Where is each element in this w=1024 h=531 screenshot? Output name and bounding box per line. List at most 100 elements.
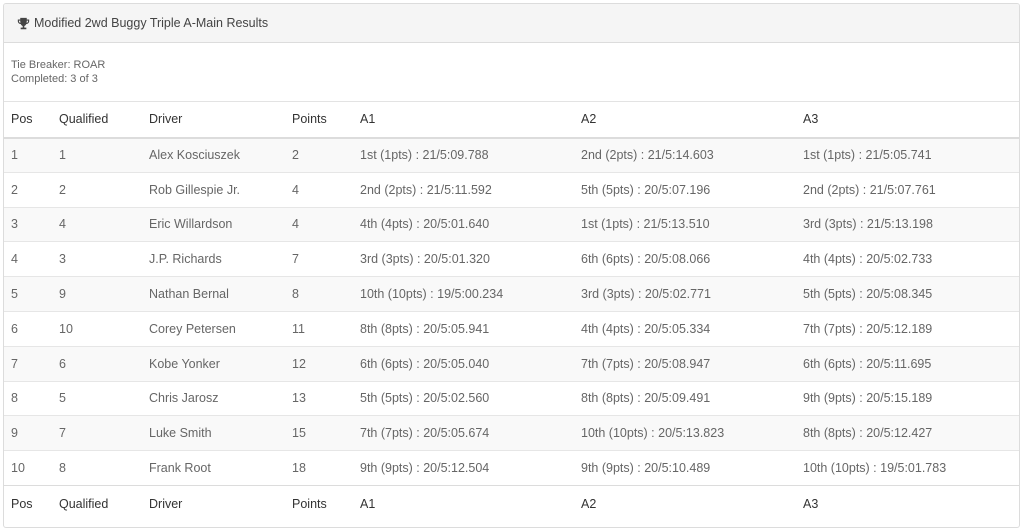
cell-points: 4 [285,206,353,242]
cell-qualified: 2 [52,171,142,208]
results-table: Pos Qualified Driver Points A1 A2 A3 1 1… [4,101,1019,523]
table-row: 7 6 Kobe Yonker 12 6th (6pts) : 20/5:05.… [4,345,1019,382]
table-row: 2 2 Rob Gillespie Jr. 4 2nd (2pts) : 21/… [4,171,1019,208]
cell-a3: 1st (1pts) : 21/5:05.741 [796,137,1019,173]
table-footer-row: Pos Qualified Driver Points A1 A2 A3 [4,484,1019,523]
cell-qualified: 3 [52,241,142,277]
header-a3[interactable]: A3 [796,101,1019,139]
footer-qualified: Qualified [52,484,142,523]
cell-a1: 1st (1pts) : 21/5:09.788 [353,137,574,173]
cell-driver: Nathan Bernal [142,276,285,312]
cell-qualified: 9 [52,276,142,312]
cell-a3: 8th (8pts) : 20/5:12.427 [796,415,1019,451]
table-header-row: Pos Qualified Driver Points A1 A2 A3 [4,101,1019,139]
table-row: 8 5 Chris Jarosz 13 5th (5pts) : 20/5:02… [4,380,1019,416]
cell-driver: J.P. Richards [142,241,285,277]
cell-driver: Rob Gillespie Jr. [142,171,285,208]
cell-qualified: 1 [52,137,142,173]
cell-points: 18 [285,450,353,486]
table-row: 3 4 Eric Willardson 4 4th (4pts) : 20/5:… [4,206,1019,242]
cell-a1: 9th (9pts) : 20/5:12.504 [353,450,574,486]
cell-points: 13 [285,380,353,416]
cell-driver: Chris Jarosz [142,380,285,416]
race-info: Tie Breaker: ROAR Completed: 3 of 3 [4,43,1019,101]
cell-qualified: 10 [52,310,142,347]
cell-points: 2 [285,137,353,173]
results-panel: Modified 2wd Buggy Triple A-Main Results… [3,3,1020,528]
cell-a2: 4th (4pts) : 20/5:05.334 [574,310,796,347]
header-points[interactable]: Points [285,101,353,139]
header-a1[interactable]: A1 [353,101,574,139]
cell-a1: 2nd (2pts) : 21/5:11.592 [353,171,574,208]
cell-pos: 8 [4,380,52,416]
cell-a2: 1st (1pts) : 21/5:13.510 [574,206,796,242]
table-row: 4 3 J.P. Richards 7 3rd (3pts) : 20/5:01… [4,241,1019,277]
panel-title: Modified 2wd Buggy Triple A-Main Results [34,16,269,30]
cell-pos: 9 [4,415,52,451]
footer-pos: Pos [4,484,52,523]
cell-points: 15 [285,415,353,451]
cell-a3: 2nd (2pts) : 21/5:07.761 [796,171,1019,208]
cell-a2: 9th (9pts) : 20/5:10.489 [574,450,796,486]
cell-qualified: 7 [52,415,142,451]
cell-driver: Luke Smith [142,415,285,451]
cell-a2: 3rd (3pts) : 20/5:02.771 [574,276,796,312]
cell-driver: Frank Root [142,450,285,486]
cell-a2: 7th (7pts) : 20/5:08.947 [574,345,796,382]
cell-a1: 3rd (3pts) : 20/5:01.320 [353,241,574,277]
cell-pos: 6 [4,310,52,347]
cell-a2: 8th (8pts) : 20/5:09.491 [574,380,796,416]
cell-qualified: 5 [52,380,142,416]
cell-a1: 10th (10pts) : 19/5:00.234 [353,276,574,312]
cell-pos: 10 [4,450,52,486]
cell-a2: 2nd (2pts) : 21/5:14.603 [574,137,796,173]
cell-pos: 1 [4,137,52,173]
cell-qualified: 8 [52,450,142,486]
cell-driver: Kobe Yonker [142,345,285,382]
cell-driver: Eric Willardson [142,206,285,242]
header-a2[interactable]: A2 [574,101,796,139]
table-row: 10 8 Frank Root 18 9th (9pts) : 20/5:12.… [4,450,1019,486]
cell-a3: 3rd (3pts) : 21/5:13.198 [796,206,1019,242]
cell-a1: 7th (7pts) : 20/5:05.674 [353,415,574,451]
footer-driver: Driver [142,484,285,523]
cell-points: 4 [285,171,353,208]
cell-a2: 6th (6pts) : 20/5:08.066 [574,241,796,277]
table-row: 6 10 Corey Petersen 11 8th (8pts) : 20/5… [4,310,1019,347]
completed-count: Completed: 3 of 3 [11,73,98,85]
cell-a3: 9th (9pts) : 20/5:15.189 [796,380,1019,416]
cell-pos: 2 [4,171,52,208]
cell-a2: 5th (5pts) : 20/5:07.196 [574,171,796,208]
cell-points: 7 [285,241,353,277]
cell-driver: Corey Petersen [142,310,285,347]
cell-pos: 5 [4,276,52,312]
cell-points: 11 [285,310,353,347]
cell-a1: 6th (6pts) : 20/5:05.040 [353,345,574,382]
cell-points: 12 [285,345,353,382]
cell-a3: 7th (7pts) : 20/5:12.189 [796,310,1019,347]
header-qualified[interactable]: Qualified [52,101,142,139]
footer-a3: A3 [796,484,1019,523]
cell-a3: 5th (5pts) : 20/5:08.345 [796,276,1019,312]
footer-points: Points [285,484,353,523]
table-row: 1 1 Alex Kosciuszek 2 1st (1pts) : 21/5:… [4,137,1019,173]
cell-a3: 10th (10pts) : 19/5:01.783 [796,450,1019,486]
cell-a3: 6th (6pts) : 20/5:11.695 [796,345,1019,382]
cell-a1: 8th (8pts) : 20/5:05.941 [353,310,574,347]
cell-qualified: 4 [52,206,142,242]
table-row: 9 7 Luke Smith 15 7th (7pts) : 20/5:05.6… [4,415,1019,451]
cell-points: 8 [285,276,353,312]
cell-a2: 10th (10pts) : 20/5:13.823 [574,415,796,451]
footer-a1: A1 [353,484,574,523]
results-body: 1 1 Alex Kosciuszek 2 1st (1pts) : 21/5:… [4,137,1019,486]
table-row: 5 9 Nathan Bernal 8 10th (10pts) : 19/5:… [4,276,1019,312]
cell-qualified: 6 [52,345,142,382]
header-driver[interactable]: Driver [142,101,285,139]
header-pos[interactable]: Pos [4,101,52,139]
cell-driver: Alex Kosciuszek [142,137,285,173]
cell-a1: 4th (4pts) : 20/5:01.640 [353,206,574,242]
footer-a2: A2 [574,484,796,523]
cell-a1: 5th (5pts) : 20/5:02.560 [353,380,574,416]
panel-heading: Modified 2wd Buggy Triple A-Main Results [4,4,1019,43]
cell-a3: 4th (4pts) : 20/5:02.733 [796,241,1019,277]
